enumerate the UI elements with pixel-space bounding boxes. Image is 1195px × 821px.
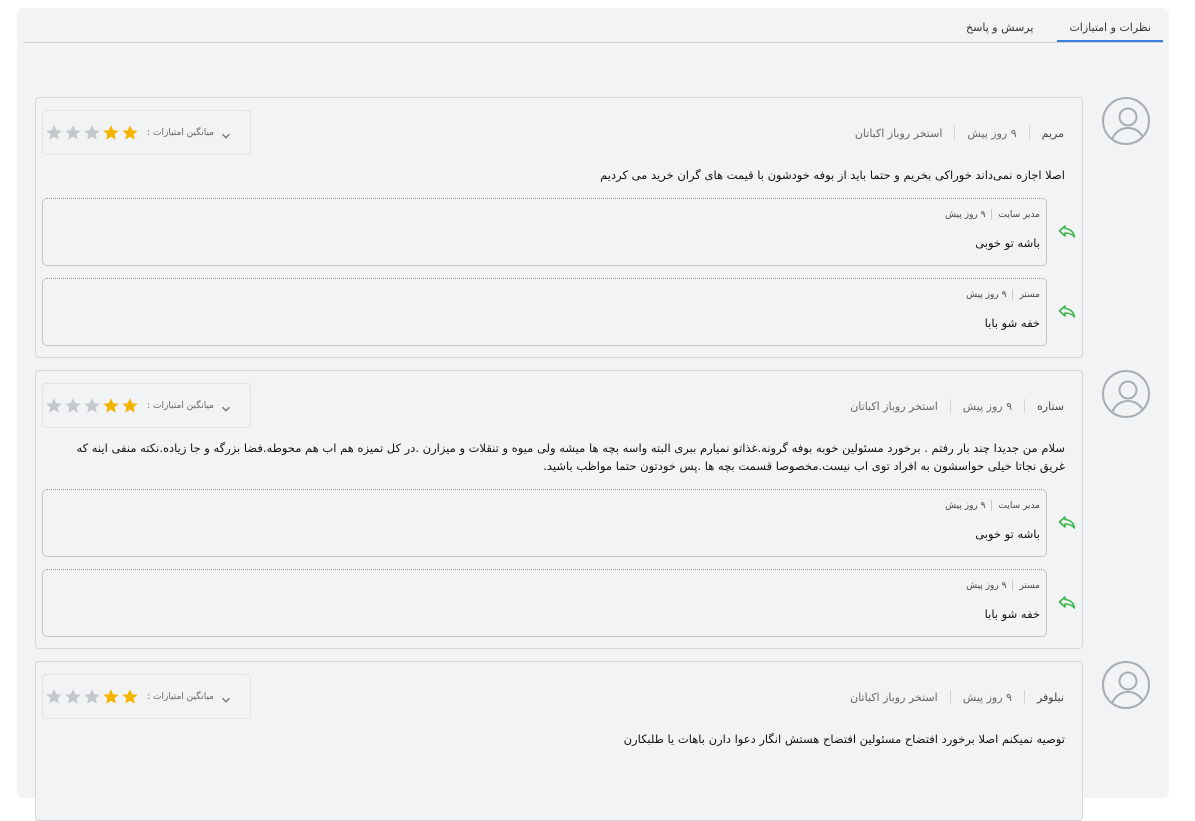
reply-time: ۹ روز پیش <box>966 289 1007 300</box>
reply-text: باشه تو خوبی <box>975 527 1040 541</box>
review-header: ستاره ۹ روز پیش استخر روباز اکباتان <box>850 399 1064 413</box>
reply-author: مستر <box>1019 289 1040 300</box>
review-place[interactable]: استخر روباز اکباتان <box>850 691 938 704</box>
star-icon <box>45 688 63 706</box>
rating-label: میانگین امتیازات : <box>147 127 214 138</box>
reply-meta: مستر ۹ روز پیش <box>966 580 1040 591</box>
user-avatar-icon <box>1102 661 1150 709</box>
star-icon <box>83 397 101 415</box>
review-text: توصیه نمیکنم اصلا برخورد افتضاح مسئولین … <box>623 732 1065 746</box>
review-text: سلام من جدیدا چند بار رفتم . برخورد مسئو… <box>76 441 1065 473</box>
chevron-down-icon[interactable] <box>220 127 232 139</box>
star-rating <box>44 124 139 142</box>
rating-label: میانگین امتیازات : <box>147 400 214 411</box>
star-rating <box>44 688 139 706</box>
reply-text: خفه شو بابا <box>984 607 1040 621</box>
star-icon <box>45 124 63 142</box>
review-place[interactable]: استخر روباز اکباتان <box>855 127 943 140</box>
review-author: ستاره <box>1037 399 1064 413</box>
review-card: مریم ۹ روز پیش استخر روباز اکباتان میانگ… <box>35 97 1083 358</box>
divider <box>1024 399 1026 413</box>
reply-time: ۹ روز پیش <box>945 500 986 511</box>
star-icon <box>102 397 120 415</box>
star-icon <box>64 124 82 142</box>
review-header: مریم ۹ روز پیش استخر روباز اکباتان <box>855 126 1064 140</box>
star-icon <box>102 124 120 142</box>
review-time: ۹ روز پیش <box>967 126 1017 140</box>
star-icon <box>121 124 139 142</box>
review-place[interactable]: استخر روباز اکباتان <box>850 400 938 413</box>
rating-box[interactable]: میانگین امتیازات : <box>42 674 251 719</box>
reply-meta: مدیر سایت ۹ روز پیش <box>945 500 1040 511</box>
tab-reviews[interactable]: نظرات و امتیازات <box>1057 21 1163 42</box>
divider <box>1028 126 1030 140</box>
rating-box[interactable]: میانگین امتیازات : <box>42 383 251 428</box>
reply-box: مدیر سایت ۹ روز پیش باشه تو خوبی <box>42 198 1047 266</box>
divider <box>1023 690 1025 704</box>
star-icon <box>121 397 139 415</box>
star-icon <box>83 124 101 142</box>
star-icon <box>64 397 82 415</box>
chevron-down-icon[interactable] <box>220 691 232 703</box>
tab-bar: نظرات و امتیازات پرسش و پاسخ <box>23 8 1163 43</box>
review-text: اصلا اجازه نمی‌داند خوراکی بخریم و حتما … <box>600 168 1065 182</box>
reviews-panel: نظرات و امتیازات پرسش و پاسخ مریم ۹ روز … <box>17 8 1169 821</box>
review-card: نیلوفر ۹ روز پیش استخر روباز اکباتان میا… <box>35 661 1083 821</box>
reply-meta: مدیر سایت ۹ روز پیش <box>945 209 1040 220</box>
reply-time: ۹ روز پیش <box>945 209 986 220</box>
star-icon <box>83 688 101 706</box>
rating-label: میانگین امتیازات : <box>147 691 214 702</box>
reply-arrow-icon[interactable] <box>1058 515 1076 529</box>
review-header: نیلوفر ۹ روز پیش استخر روباز اکباتان <box>850 690 1064 704</box>
rating-box[interactable]: میانگین امتیازات : <box>42 110 251 155</box>
reply-box: مدیر سایت ۹ روز پیش باشه تو خوبی <box>42 489 1047 557</box>
star-icon <box>45 397 63 415</box>
reply-box: مستر ۹ روز پیش خفه شو بابا <box>42 569 1047 637</box>
review-card: ستاره ۹ روز پیش استخر روباز اکباتان میان… <box>35 370 1083 649</box>
divider <box>991 209 993 220</box>
user-avatar-icon <box>1102 370 1150 418</box>
review-author: نیلوفر <box>1036 690 1064 704</box>
divider <box>949 690 951 704</box>
user-avatar-icon <box>1102 97 1150 145</box>
star-icon <box>102 688 120 706</box>
divider <box>949 399 951 413</box>
star-rating <box>44 397 139 415</box>
divider <box>1012 580 1014 591</box>
divider <box>1012 289 1014 300</box>
review-author: مریم <box>1041 126 1064 140</box>
star-icon <box>64 688 82 706</box>
review-time: ۹ روز پیش <box>962 690 1012 704</box>
reply-box: مستر ۹ روز پیش خفه شو بابا <box>42 278 1047 346</box>
divider <box>954 126 956 140</box>
chevron-down-icon[interactable] <box>220 400 232 412</box>
reply-arrow-icon[interactable] <box>1058 304 1076 318</box>
reply-meta: مستر ۹ روز پیش <box>966 289 1040 300</box>
review-time: ۹ روز پیش <box>962 399 1013 413</box>
reply-text: خفه شو بابا <box>984 316 1040 330</box>
divider <box>991 500 993 511</box>
tab-questions[interactable]: پرسش و پاسخ <box>954 21 1045 42</box>
star-icon <box>121 688 139 706</box>
reply-text: باشه تو خوبی <box>975 236 1040 250</box>
reply-arrow-icon[interactable] <box>1058 224 1076 238</box>
reply-time: ۹ روز پیش <box>966 580 1007 591</box>
reply-arrow-icon[interactable] <box>1058 595 1076 609</box>
reply-author: مدیر سایت <box>998 500 1040 511</box>
reply-author: مدیر سایت <box>998 209 1040 220</box>
reply-author: مستر <box>1019 580 1040 591</box>
